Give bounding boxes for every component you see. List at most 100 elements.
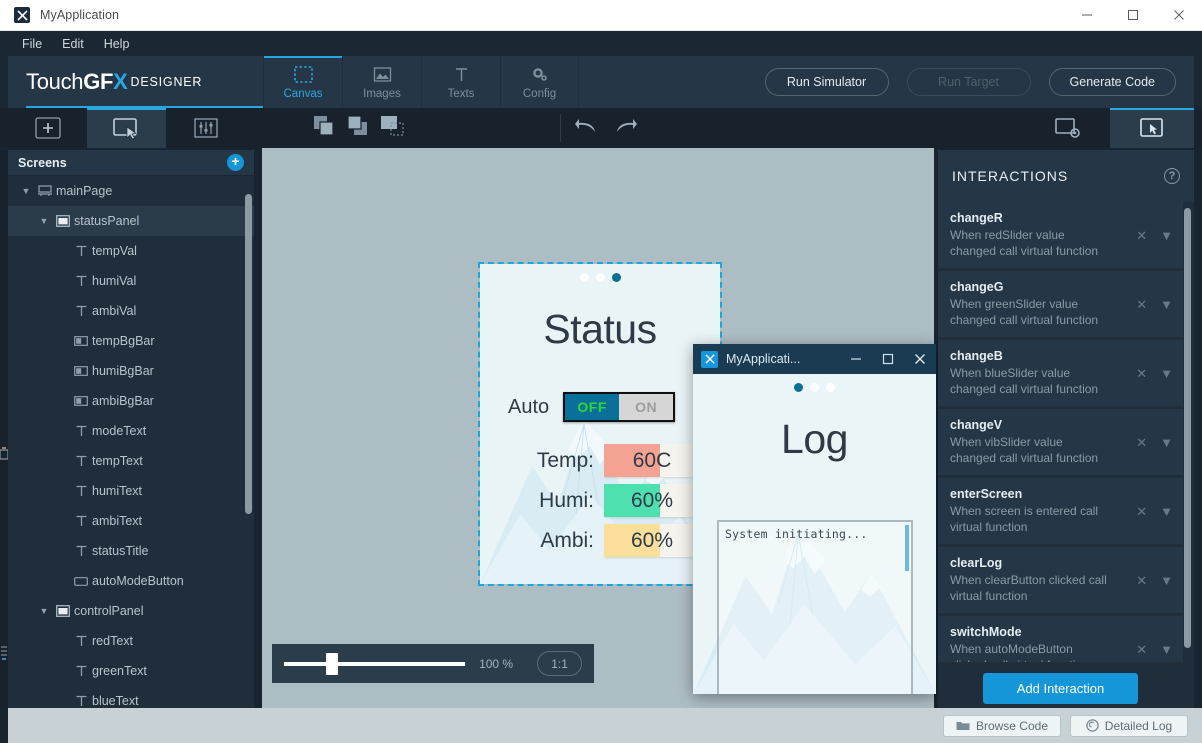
sidebar-scrollbar[interactable]: [245, 194, 252, 514]
simulator-title: MyApplicati...: [726, 352, 801, 366]
interactions-scrollbar[interactable]: [1184, 208, 1191, 648]
ambi-value-box: 60%: [604, 524, 700, 557]
chevron-down-icon[interactable]: ▼: [1160, 435, 1173, 451]
text-icon: [70, 425, 92, 437]
close-icon[interactable]: ✕: [1136, 228, 1147, 244]
minimize-icon[interactable]: [1064, 0, 1110, 31]
sidebar-item-ambival[interactable]: ambiVal: [8, 296, 254, 326]
text-icon: [70, 305, 92, 317]
chevron-down-icon[interactable]: ▼: [1160, 504, 1173, 520]
tab-images[interactable]: Images: [342, 56, 421, 108]
interaction-actions: ✕ ▼: [1136, 435, 1173, 451]
chevron-down-icon[interactable]: ▼: [1160, 642, 1173, 658]
close-icon[interactable]: ✕: [1136, 504, 1147, 520]
sidebar-item-greentext[interactable]: greenText: [8, 656, 254, 686]
run-simulator-button[interactable]: Run Simulator: [764, 68, 889, 96]
interaction-row[interactable]: clearLog When clearButton clicked call vi…: [938, 547, 1183, 613]
toggle-off-segment[interactable]: OFF: [565, 394, 620, 420]
menu-item-help[interactable]: Help: [94, 34, 140, 54]
ambi-text-label: Ambi:: [540, 528, 594, 552]
simulator-window[interactable]: MyApplicati... Log System initiating...: [693, 344, 936, 694]
sidebar-item-ambitext[interactable]: ambiText: [8, 506, 254, 536]
interaction-row[interactable]: changeG When greenSlider value changed ca…: [938, 271, 1183, 337]
auto-mode-button[interactable]: OFF ON: [563, 392, 676, 422]
interaction-row[interactable]: changeR When redSlider value changed call…: [938, 202, 1183, 268]
chevron-down-icon[interactable]: ▼: [1160, 297, 1173, 313]
sidebar-item-mainpage[interactable]: ▼ mainPage: [8, 176, 254, 206]
log-textarea[interactable]: System initiating...: [717, 520, 913, 694]
status-bar: Browse Code Detailed Log: [8, 708, 1202, 743]
menu-item-edit[interactable]: Edit: [52, 34, 94, 54]
select-cursor-icon[interactable]: [87, 108, 166, 148]
maximize-icon[interactable]: [1110, 0, 1156, 31]
screen-settings-icon[interactable]: [1026, 108, 1110, 148]
close-icon[interactable]: [1156, 0, 1202, 31]
detailed-log-button[interactable]: Detailed Log: [1070, 714, 1188, 737]
interactions-list[interactable]: changeR When redSlider value changed call…: [938, 202, 1194, 662]
zoom-percent-label: 100 %: [479, 656, 514, 671]
sidebar-item-modetext[interactable]: modeText: [8, 416, 254, 446]
sidebar-item-controlpanel[interactable]: ▼ controlPanel: [8, 596, 254, 626]
sidebar-item-humitext[interactable]: humiText: [8, 476, 254, 506]
close-icon[interactable]: ✕: [1136, 435, 1147, 451]
sidebar-item-redtext[interactable]: redText: [8, 626, 254, 656]
ambi-row: Ambi: 60%: [516, 524, 700, 557]
sidebar-item-ambibgbar[interactable]: ambiBgBar: [8, 386, 254, 416]
device-preview[interactable]: Status Auto OFF ON Temp: 60C Humi: 60% A…: [478, 262, 722, 586]
chevron-down-icon[interactable]: ▼: [18, 186, 34, 196]
tab-config-label: Config: [522, 88, 557, 100]
close-icon[interactable]: ✕: [1136, 366, 1147, 382]
sliders-icon[interactable]: [166, 108, 245, 148]
add-interaction-button[interactable]: Add Interaction: [983, 673, 1138, 704]
interaction-name: changeB: [950, 349, 1003, 363]
sidebar-item-bluetext[interactable]: blueText: [8, 686, 254, 708]
close-icon[interactable]: ✕: [1136, 642, 1147, 658]
help-icon[interactable]: ?: [1164, 168, 1180, 184]
screens-tree[interactable]: ▼ mainPage ▼ statusPanel tempVal humiVal ambiV…: [8, 176, 254, 708]
chevron-down-icon[interactable]: ▼: [36, 216, 52, 226]
close-icon[interactable]: ✕: [1136, 573, 1147, 589]
sidebar-item-statustitle[interactable]: statusTitle: [8, 536, 254, 566]
zoom-slider-handle[interactable]: [326, 652, 338, 675]
toggle-on-segment[interactable]: ON: [619, 394, 674, 420]
send-to-back-icon[interactable]: [346, 114, 372, 143]
chevron-down-icon[interactable]: ▼: [1160, 366, 1173, 382]
chevron-down-icon[interactable]: ▼: [36, 606, 52, 616]
tab-config[interactable]: Config: [500, 56, 579, 108]
interaction-row[interactable]: changeV When vibSlider value changed call…: [938, 409, 1183, 475]
maximize-icon[interactable]: [872, 344, 904, 374]
interaction-row[interactable]: enterScreen When screen is entered call v…: [938, 478, 1183, 544]
sidebar-item-tempbgbar[interactable]: tempBgBar: [8, 326, 254, 356]
bring-to-front-icon[interactable]: [312, 114, 338, 143]
close-icon[interactable]: [904, 344, 936, 374]
menu-item-file[interactable]: File: [12, 34, 52, 54]
sim-page-dot-3: [826, 383, 835, 392]
sidebar-item-humival[interactable]: humiVal: [8, 266, 254, 296]
zoom-reset-button[interactable]: 1:1: [537, 651, 582, 676]
tab-texts[interactable]: Texts: [421, 56, 500, 108]
sidebar-item-temptext[interactable]: tempText: [8, 446, 254, 476]
add-widget-icon[interactable]: [8, 108, 87, 148]
close-icon[interactable]: ✕: [1136, 297, 1147, 313]
tab-canvas[interactable]: Canvas: [263, 56, 342, 108]
browse-code-button[interactable]: Browse Code: [942, 714, 1061, 737]
simulator-screen[interactable]: Log System initiating...: [693, 374, 936, 694]
interaction-row[interactable]: switchMode When autoModeButton clicked ca…: [938, 616, 1183, 662]
sidebar-item-statuspanel[interactable]: ▼ statusPanel: [8, 206, 254, 236]
generate-code-button[interactable]: Generate Code: [1048, 68, 1176, 96]
redo-icon[interactable]: [615, 117, 637, 140]
interactions-icon[interactable]: [1110, 108, 1194, 148]
minimize-icon[interactable]: [840, 344, 872, 374]
sidebar-item-humibgbar[interactable]: humiBgBar: [8, 356, 254, 386]
plus-circle-icon[interactable]: +: [227, 154, 244, 171]
undo-icon[interactable]: [575, 117, 597, 140]
chevron-down-icon[interactable]: ▼: [1160, 228, 1173, 244]
sidebar-item-automodebutton[interactable]: autoModeButton: [8, 566, 254, 596]
interaction-row[interactable]: changeB When blueSlider value changed cal…: [938, 340, 1183, 406]
chevron-down-icon[interactable]: ▼: [1160, 573, 1173, 589]
align-icon[interactable]: [380, 114, 410, 143]
interaction-name: changeG: [950, 280, 1004, 294]
simulator-window-controls: [840, 344, 936, 374]
zoom-slider[interactable]: [284, 652, 466, 675]
sidebar-item-tempval[interactable]: tempVal: [8, 236, 254, 266]
